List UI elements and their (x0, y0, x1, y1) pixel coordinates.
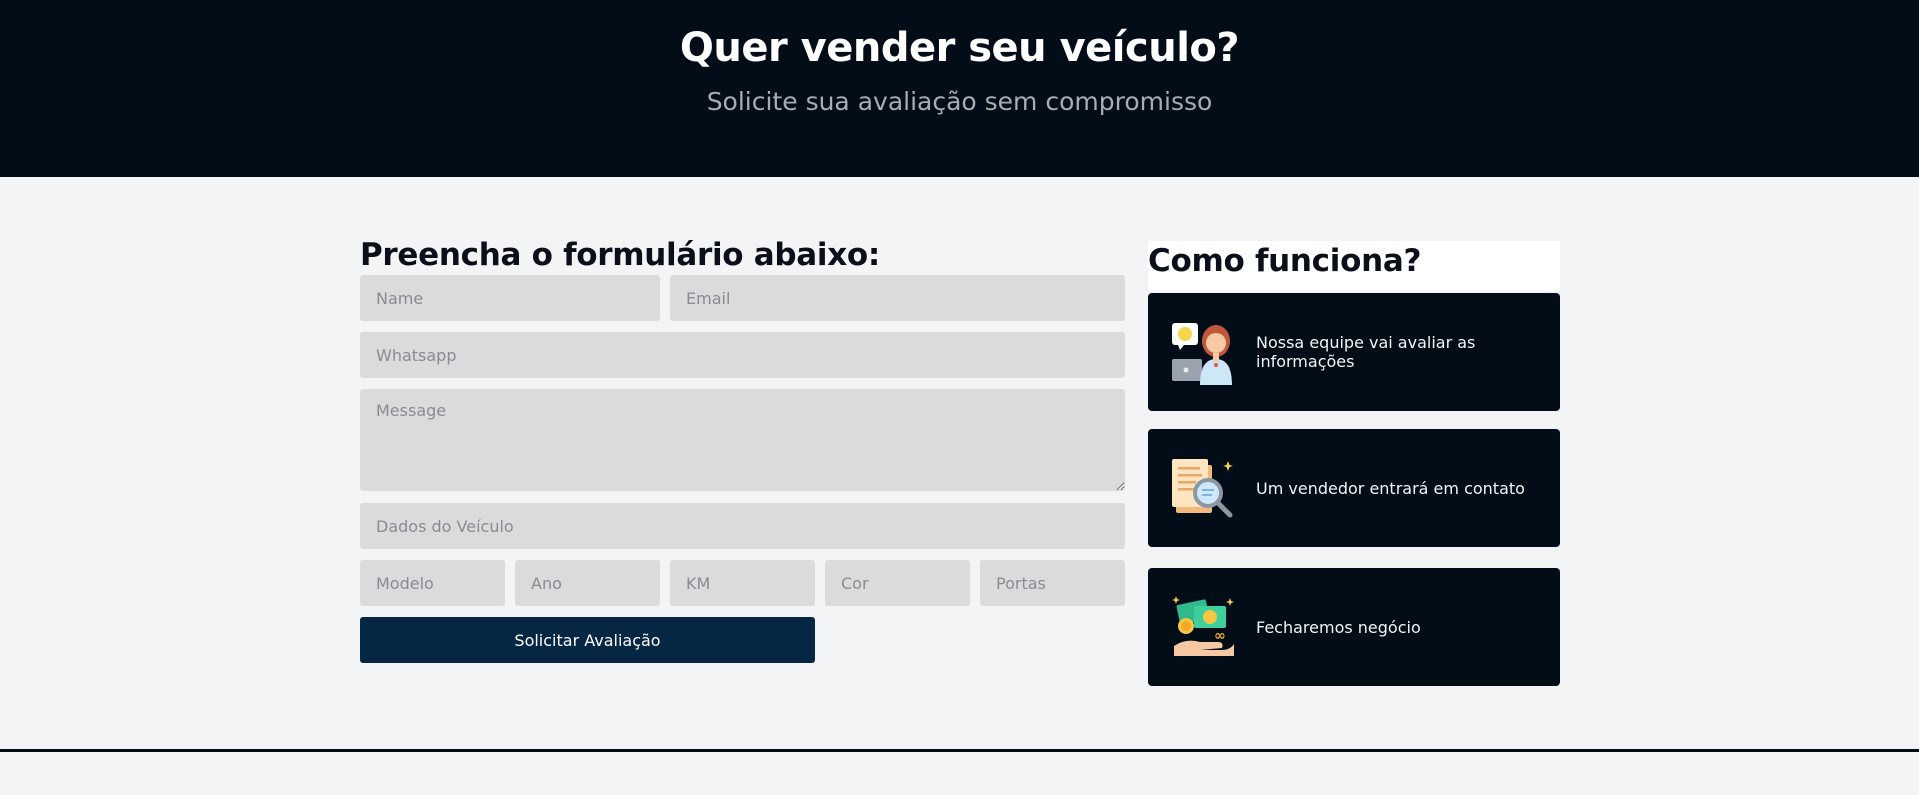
year-input[interactable] (515, 560, 660, 606)
step-card-contact: Um vendedor entrará em contato (1148, 429, 1560, 547)
step-card-evaluate: Nossa equipe vai avaliar as informações (1148, 293, 1560, 411)
vehicle-data-input[interactable] (360, 503, 1125, 549)
how-it-works: Como funciona? Nossa equipe vai avaliar … (1148, 241, 1560, 686)
color-input[interactable] (825, 560, 970, 606)
evaluation-form: Preencha o formulário abaixo: Solicitar … (360, 235, 1125, 795)
form-title: Preencha o formulário abaixo: (360, 237, 881, 273)
money-hand-icon: ∞ (1172, 596, 1234, 656)
step-text: Nossa equipe vai avaliar as informações (1256, 333, 1476, 371)
step-text: Fecharemos negócio (1256, 617, 1421, 637)
name-input[interactable] (360, 275, 660, 321)
whatsapp-input[interactable] (360, 332, 1125, 378)
km-input[interactable] (670, 560, 815, 606)
email-input[interactable] (670, 275, 1125, 321)
hero-title: Quer vender seu veículo? (679, 25, 1240, 71)
request-evaluation-button[interactable]: Solicitar Avaliação (360, 617, 815, 663)
hero-subtitle: Solicite sua avaliação sem compromisso (706, 87, 1213, 116)
hero-banner: Quer vender seu veículo? Solicite sua av… (0, 0, 1919, 177)
message-textarea[interactable] (360, 389, 1125, 491)
doors-input[interactable] (980, 560, 1125, 606)
step-text: Um vendedor entrará em contato (1256, 478, 1525, 498)
footer-divider (0, 749, 1919, 752)
how-title-box: Como funciona? (1148, 241, 1560, 291)
document-search-icon (1172, 459, 1233, 518)
svg-text:∞: ∞ (1214, 628, 1226, 644)
main-section: Preencha o formulário abaixo: Solicitar … (0, 177, 1919, 752)
how-title: Como funciona? (1148, 243, 1422, 279)
support-agent-icon (1172, 323, 1232, 385)
model-input[interactable] (360, 560, 505, 606)
step-card-deal: ∞ Fecharemos negócio (1148, 568, 1560, 686)
